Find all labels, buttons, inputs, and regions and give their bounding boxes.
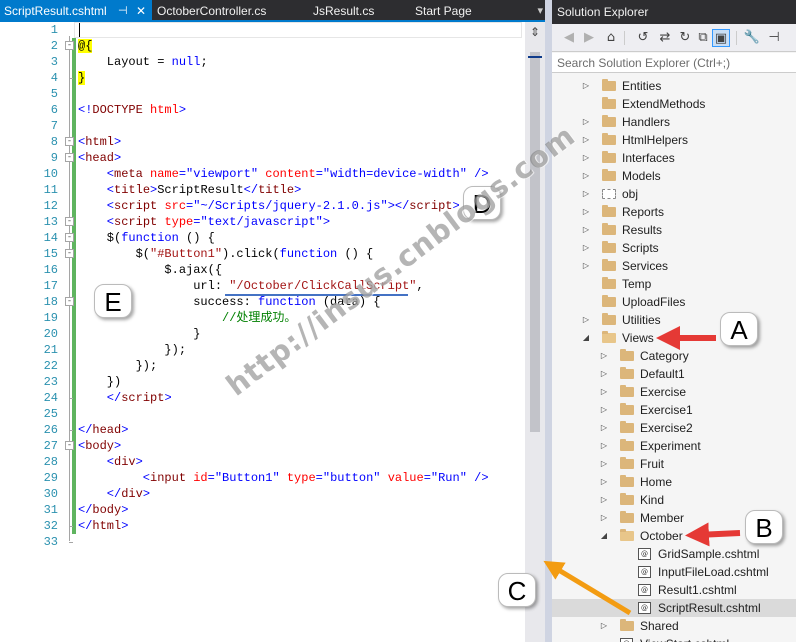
callout-c: C bbox=[498, 573, 536, 607]
callout-b: B bbox=[745, 510, 783, 544]
arrow-c bbox=[543, 560, 632, 616]
annotation-arrows bbox=[543, 326, 741, 616]
callout-a: A bbox=[720, 312, 758, 346]
arrow-b bbox=[685, 522, 741, 547]
callout-e: E bbox=[94, 284, 132, 318]
